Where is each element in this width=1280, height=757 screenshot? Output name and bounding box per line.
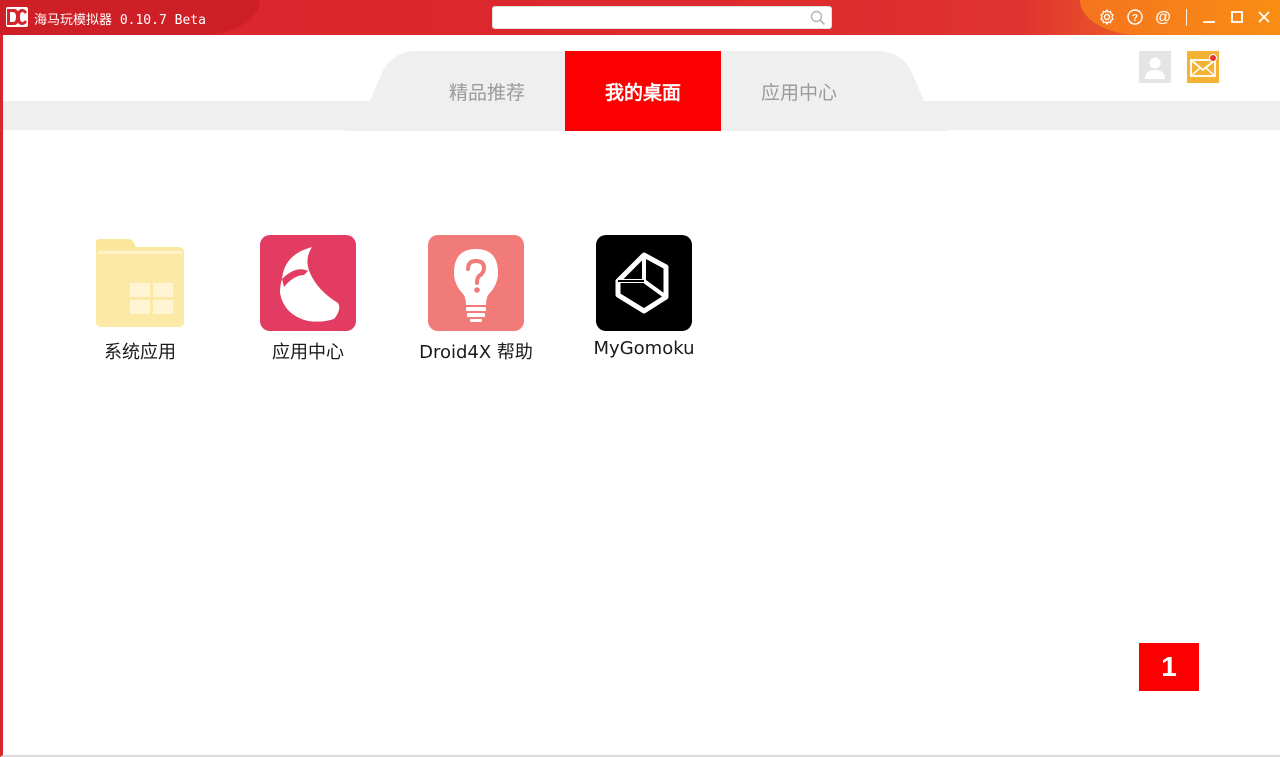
desktop-app-app-center[interactable]: 应用中心 bbox=[223, 235, 393, 364]
app-label: 系统应用 bbox=[104, 342, 176, 363]
tab-app-center[interactable]: 应用中心 bbox=[721, 51, 877, 131]
desktop-app-mygomoku[interactable]: MyGomoku bbox=[559, 235, 729, 359]
user-avatar-icon[interactable] bbox=[1139, 51, 1171, 83]
minimize-icon[interactable] bbox=[1200, 8, 1218, 26]
tab-my-desktop[interactable]: 我的桌面 bbox=[565, 51, 721, 131]
titlebar-controls: ? @ bbox=[1080, 0, 1280, 35]
emulator-window: 海马玩模拟器 0.10.7 Beta ? @ 精品推荐 我的桌面 应用中心 系统… bbox=[0, 0, 1280, 757]
svg-text:@: @ bbox=[1155, 9, 1171, 26]
window-title: 海马玩模拟器 0.10.7 Beta bbox=[34, 13, 206, 28]
search-input[interactable] bbox=[497, 9, 809, 27]
svg-text:?: ? bbox=[1132, 13, 1138, 24]
tab-featured[interactable]: 精品推荐 bbox=[409, 51, 565, 131]
app-label: MyGomoku bbox=[593, 338, 695, 359]
app-label: Droid4X 帮助 bbox=[419, 342, 533, 363]
gear-icon[interactable] bbox=[1098, 8, 1116, 26]
search-box[interactable] bbox=[492, 6, 832, 29]
mail-icon[interactable] bbox=[1187, 51, 1219, 83]
page-indicator[interactable]: 1 bbox=[1139, 643, 1199, 691]
help-icon[interactable]: ? bbox=[1126, 8, 1144, 26]
tab-bar: 精品推荐 我的桌面 应用中心 bbox=[3, 35, 1280, 131]
maximize-icon[interactable] bbox=[1228, 8, 1246, 26]
app-logo-icon bbox=[6, 7, 28, 27]
search-icon[interactable] bbox=[810, 10, 826, 26]
titlebar-separator bbox=[1186, 9, 1187, 26]
close-icon[interactable] bbox=[1255, 8, 1273, 26]
desktop-app-droid4x-help[interactable]: Droid4X 帮助 bbox=[391, 235, 561, 364]
help-bulb-icon[interactable] bbox=[428, 235, 524, 331]
title-bar: 海马玩模拟器 0.10.7 Beta ? @ bbox=[0, 0, 1280, 35]
unity-icon[interactable] bbox=[596, 235, 692, 331]
app-center-icon[interactable] bbox=[260, 235, 356, 331]
desktop-app-system-apps[interactable]: 系统应用 bbox=[55, 235, 225, 364]
app-label: 应用中心 bbox=[272, 342, 344, 363]
folder-icon[interactable] bbox=[92, 235, 188, 331]
at-icon[interactable]: @ bbox=[1154, 8, 1172, 26]
